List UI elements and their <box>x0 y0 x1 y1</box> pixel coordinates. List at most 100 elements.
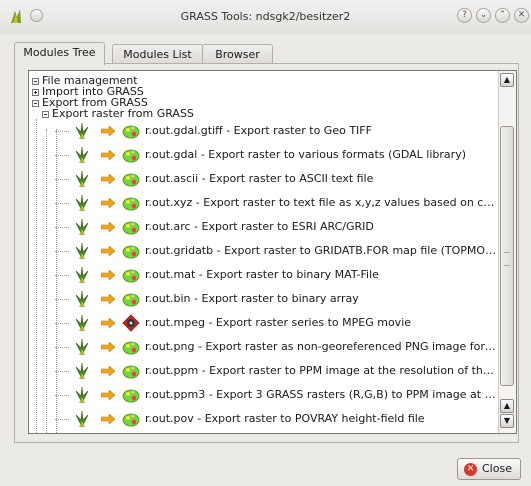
grass-module-icon <box>73 314 91 332</box>
tab-modules-tree[interactable]: Modules Tree <box>14 42 105 65</box>
module-row[interactable]: r.out.arc - Export raster to ESRI ARC/GR… <box>29 215 499 239</box>
expand-icon[interactable] <box>32 88 39 96</box>
close-label: Close <box>482 462 512 475</box>
layer-icon <box>122 122 140 140</box>
grass-module-icon <box>73 218 91 236</box>
module-label: r.out.arc - Export raster to ESRI ARC/GR… <box>145 220 374 233</box>
collapse-icon[interactable] <box>32 99 39 107</box>
grass-module-icon <box>73 266 91 284</box>
tree-connector <box>55 227 69 228</box>
module-label: r.out.ppm - Export raster to PPM image a… <box>145 364 499 377</box>
tab-modules-list[interactable]: Modules List <box>112 44 203 63</box>
tree-connector <box>55 251 69 252</box>
tree-connector <box>55 155 69 156</box>
module-label: r.out.gridatb - Export raster to GRIDATB… <box>145 244 499 257</box>
vertical-scrollbar[interactable]: ▲ ▲ ▼ <box>498 71 516 433</box>
grass-module-icon <box>73 194 91 212</box>
minimize-icon[interactable]: ⌄ <box>476 8 491 23</box>
module-row[interactable]: r.out.mpeg - Export raster series to MPE… <box>29 311 499 335</box>
tree-connector <box>55 299 69 300</box>
module-row[interactable]: r.out.mat - Export raster to binary MAT-… <box>29 263 499 287</box>
grass-module-icon <box>73 410 91 428</box>
module-row[interactable]: r.out.ascii - Export raster to ASCII tex… <box>29 167 499 191</box>
module-row[interactable]: r.out.ppm3 - Export 3 GRASS rasters (R,G… <box>29 383 499 407</box>
grass-module-icon <box>73 290 91 308</box>
scroll-up-icon[interactable]: ▲ <box>500 73 514 87</box>
grass-module-icon <box>73 146 91 164</box>
layer-icon <box>122 146 140 164</box>
arrow-right-icon <box>100 293 116 305</box>
tree-connector <box>55 323 69 324</box>
layer-icon <box>122 386 140 404</box>
module-label: r.out.ascii - Export raster to ASCII tex… <box>145 172 374 185</box>
arrow-right-icon <box>100 365 116 377</box>
close-icon: ✕ <box>464 463 477 476</box>
module-row[interactable]: r.out.gdal.gtiff - Export raster to Geo … <box>29 119 499 143</box>
collapse-icon[interactable] <box>42 110 49 118</box>
arrow-right-icon <box>100 317 116 329</box>
tree-connector <box>55 371 69 372</box>
arrow-right-icon <box>100 149 116 161</box>
arrow-right-icon <box>100 413 116 425</box>
tree-connector <box>55 131 69 132</box>
tree-connector <box>55 179 69 180</box>
layer-icon <box>122 410 140 428</box>
help-icon[interactable]: ? <box>457 8 472 23</box>
module-row[interactable]: r.out.png - Export raster as non-georefe… <box>29 335 499 359</box>
module-label: r.out.pov - Export raster to POVRAY heig… <box>145 412 425 425</box>
tree-connector <box>55 419 69 420</box>
arrow-right-icon <box>100 245 116 257</box>
grass-module-icon <box>73 242 91 260</box>
close-window-icon[interactable]: ✕ <box>514 8 529 23</box>
module-row[interactable]: r.out.bin - Export raster to binary arra… <box>29 287 499 311</box>
grass-module-icon <box>73 122 91 140</box>
tab-panel: File management Import into GRASS Export… <box>14 63 519 443</box>
movie-icon <box>122 314 140 332</box>
grass-module-icon <box>73 362 91 380</box>
arrow-right-icon <box>100 269 116 281</box>
scroll-up-icon[interactable]: ▲ <box>500 399 514 413</box>
maximize-icon[interactable]: ⌃ <box>495 8 510 23</box>
modules-tree[interactable]: File management Import into GRASS Export… <box>28 70 517 434</box>
scroll-down-icon[interactable]: ▼ <box>500 414 514 428</box>
window-title: GRASS Tools: ndsgk2/besitzer2 <box>180 10 351 23</box>
tree-connector <box>55 395 69 396</box>
module-label: r.out.png - Export raster as non-georefe… <box>145 340 499 353</box>
module-row[interactable]: r.out.xyz - Export raster to text file a… <box>29 191 499 215</box>
module-label: r.out.mpeg - Export raster series to MPE… <box>145 316 412 329</box>
layer-icon <box>122 266 140 284</box>
tree-connector <box>55 203 69 204</box>
grass-module-icon <box>73 386 91 404</box>
arrow-right-icon <box>100 197 116 209</box>
layer-icon <box>122 242 140 260</box>
layer-icon <box>122 170 140 188</box>
tree-connector <box>55 275 69 276</box>
module-label: r.out.ppm3 - Export 3 GRASS rasters (R,G… <box>145 388 499 401</box>
grass-module-icon <box>73 338 91 356</box>
module-row[interactable]: r.out.pov - Export raster to POVRAY heig… <box>29 407 499 431</box>
module-label: r.out.bin - Export raster to binary arra… <box>145 292 359 305</box>
scrollbar-thumb[interactable] <box>500 126 514 386</box>
tab-browser[interactable]: Browser <box>202 44 273 63</box>
layer-icon <box>122 290 140 308</box>
tree-connector <box>55 347 69 348</box>
module-row[interactable]: r.out.gridatb - Export raster to GRIDATB… <box>29 239 499 263</box>
module-label: r.out.mat - Export raster to binary MAT-… <box>145 268 379 281</box>
module-row[interactable]: r.out.gdal - Export raster to various fo… <box>29 143 499 167</box>
title-bar: GRASS Tools: ndsgk2/besitzer2 ? ⌄ ⌃ ✕ <box>0 0 531 34</box>
module-row[interactable]: r.out.ppm - Export raster to PPM image a… <box>29 359 499 383</box>
module-label: r.out.gdal - Export raster to various fo… <box>145 148 466 161</box>
layer-icon <box>122 218 140 236</box>
close-button[interactable]: ✕ Close <box>457 458 521 480</box>
module-row[interactable]: r.out.tiff - Export raster to 8/24bit TI… <box>29 431 499 433</box>
module-label: r.out.xyz - Export raster to text file a… <box>145 196 499 209</box>
layer-icon <box>122 194 140 212</box>
collapse-icon[interactable] <box>32 77 39 85</box>
module-label: r.out.gdal.gtiff - Export raster to Geo … <box>145 124 372 137</box>
arrow-right-icon <box>100 341 116 353</box>
arrow-right-icon <box>100 125 116 137</box>
grass-module-icon <box>73 170 91 188</box>
layer-icon <box>122 338 140 356</box>
arrow-right-icon <box>100 389 116 401</box>
arrow-right-icon <box>100 173 116 185</box>
